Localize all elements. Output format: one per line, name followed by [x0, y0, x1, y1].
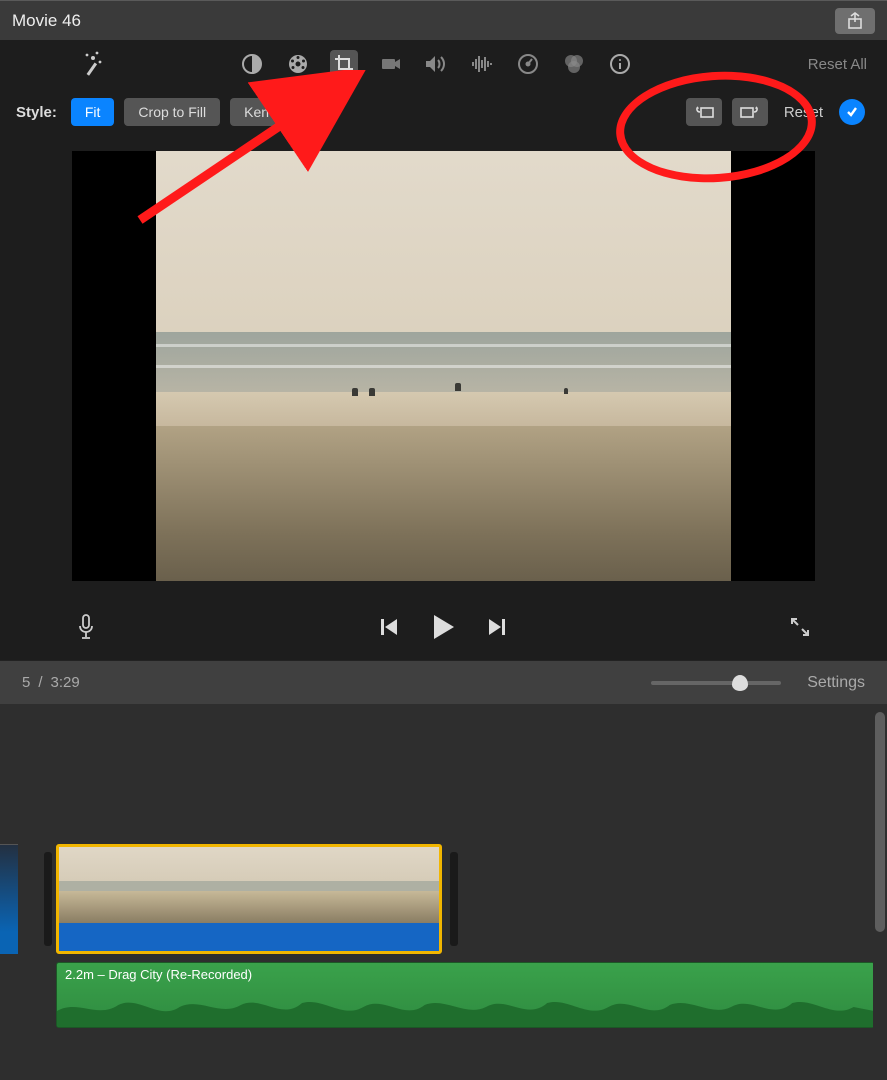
- clip-trim-handle-left[interactable]: [44, 852, 52, 946]
- project-title: Movie 46: [12, 11, 81, 31]
- adjustments-toolbar: Reset All: [0, 40, 887, 88]
- crop-style-bar: Style: Fit Crop to Fill Ken Burns Reset: [0, 88, 887, 136]
- share-button[interactable]: [835, 8, 875, 34]
- style-fit-button[interactable]: Fit: [71, 98, 115, 126]
- video-frame[interactable]: [72, 151, 815, 581]
- pre-clip-media[interactable]: [0, 844, 18, 954]
- stabilization-icon[interactable]: [376, 50, 404, 78]
- timeline-scrollbar[interactable]: [873, 704, 887, 1080]
- playhead-position: 5: [22, 674, 30, 691]
- crop-icon[interactable]: [330, 50, 358, 78]
- scrollbar-thumb[interactable]: [875, 712, 885, 932]
- magic-wand-icon[interactable]: [78, 48, 108, 78]
- clip-trim-handle-right[interactable]: [450, 852, 458, 946]
- reset-all-button[interactable]: Reset All: [808, 56, 867, 73]
- title-bar: Movie 46: [0, 0, 887, 40]
- timeline-settings-button[interactable]: Settings: [807, 674, 865, 692]
- rotate-cw-icon: [739, 104, 761, 120]
- time-divider: /: [38, 674, 42, 691]
- volume-icon[interactable]: [422, 50, 450, 78]
- share-icon: [847, 12, 863, 30]
- voiceover-mic-button[interactable]: [76, 613, 96, 644]
- rotate-ccw-icon: [693, 104, 715, 120]
- style-crop-button[interactable]: Crop to Fill: [124, 98, 220, 126]
- next-button[interactable]: [486, 616, 508, 641]
- selected-video-clip[interactable]: [56, 844, 442, 954]
- timeline[interactable]: 2.2m – Drag City (Re-Recorded): [0, 704, 887, 1080]
- checkmark-icon: [845, 105, 859, 119]
- crop-reset-button[interactable]: Reset: [784, 104, 823, 121]
- rotate-ccw-button[interactable]: [686, 98, 722, 126]
- skip-forward-icon: [486, 616, 508, 638]
- audio-waveform: [57, 991, 874, 1027]
- color-balance-icon[interactable]: [238, 50, 266, 78]
- playback-controls: [378, 613, 508, 644]
- prev-button[interactable]: [378, 616, 400, 641]
- noise-reduction-icon[interactable]: [468, 50, 496, 78]
- total-duration: 3:29: [51, 674, 80, 691]
- style-label: Style:: [16, 104, 57, 121]
- play-icon: [430, 613, 456, 641]
- filters-icon[interactable]: [560, 50, 588, 78]
- skip-back-icon: [378, 616, 400, 638]
- timeline-header: 5 / 3:29 Settings: [0, 660, 887, 704]
- transport-bar: [0, 596, 887, 660]
- play-button[interactable]: [430, 613, 456, 644]
- color-correction-icon[interactable]: [284, 50, 312, 78]
- info-icon[interactable]: [606, 50, 634, 78]
- audio-track-label: 2.2m – Drag City (Re-Recorded): [65, 967, 252, 982]
- audio-track[interactable]: 2.2m – Drag City (Re-Recorded): [56, 962, 875, 1028]
- expand-icon: [789, 616, 811, 638]
- apply-checkmark-button[interactable]: [839, 99, 865, 125]
- zoom-thumb[interactable]: [732, 675, 748, 691]
- clip-thumbnails: [59, 847, 439, 923]
- zoom-slider[interactable]: [651, 681, 781, 685]
- microphone-icon: [76, 613, 96, 641]
- rotate-cw-button[interactable]: [732, 98, 768, 126]
- clip-attached-audio[interactable]: [59, 923, 439, 953]
- style-kenburns-button[interactable]: Ken Burns: [230, 98, 323, 126]
- speed-icon[interactable]: [514, 50, 542, 78]
- fullscreen-button[interactable]: [789, 616, 811, 641]
- preview-viewer: [0, 136, 887, 596]
- video-content: [156, 151, 731, 581]
